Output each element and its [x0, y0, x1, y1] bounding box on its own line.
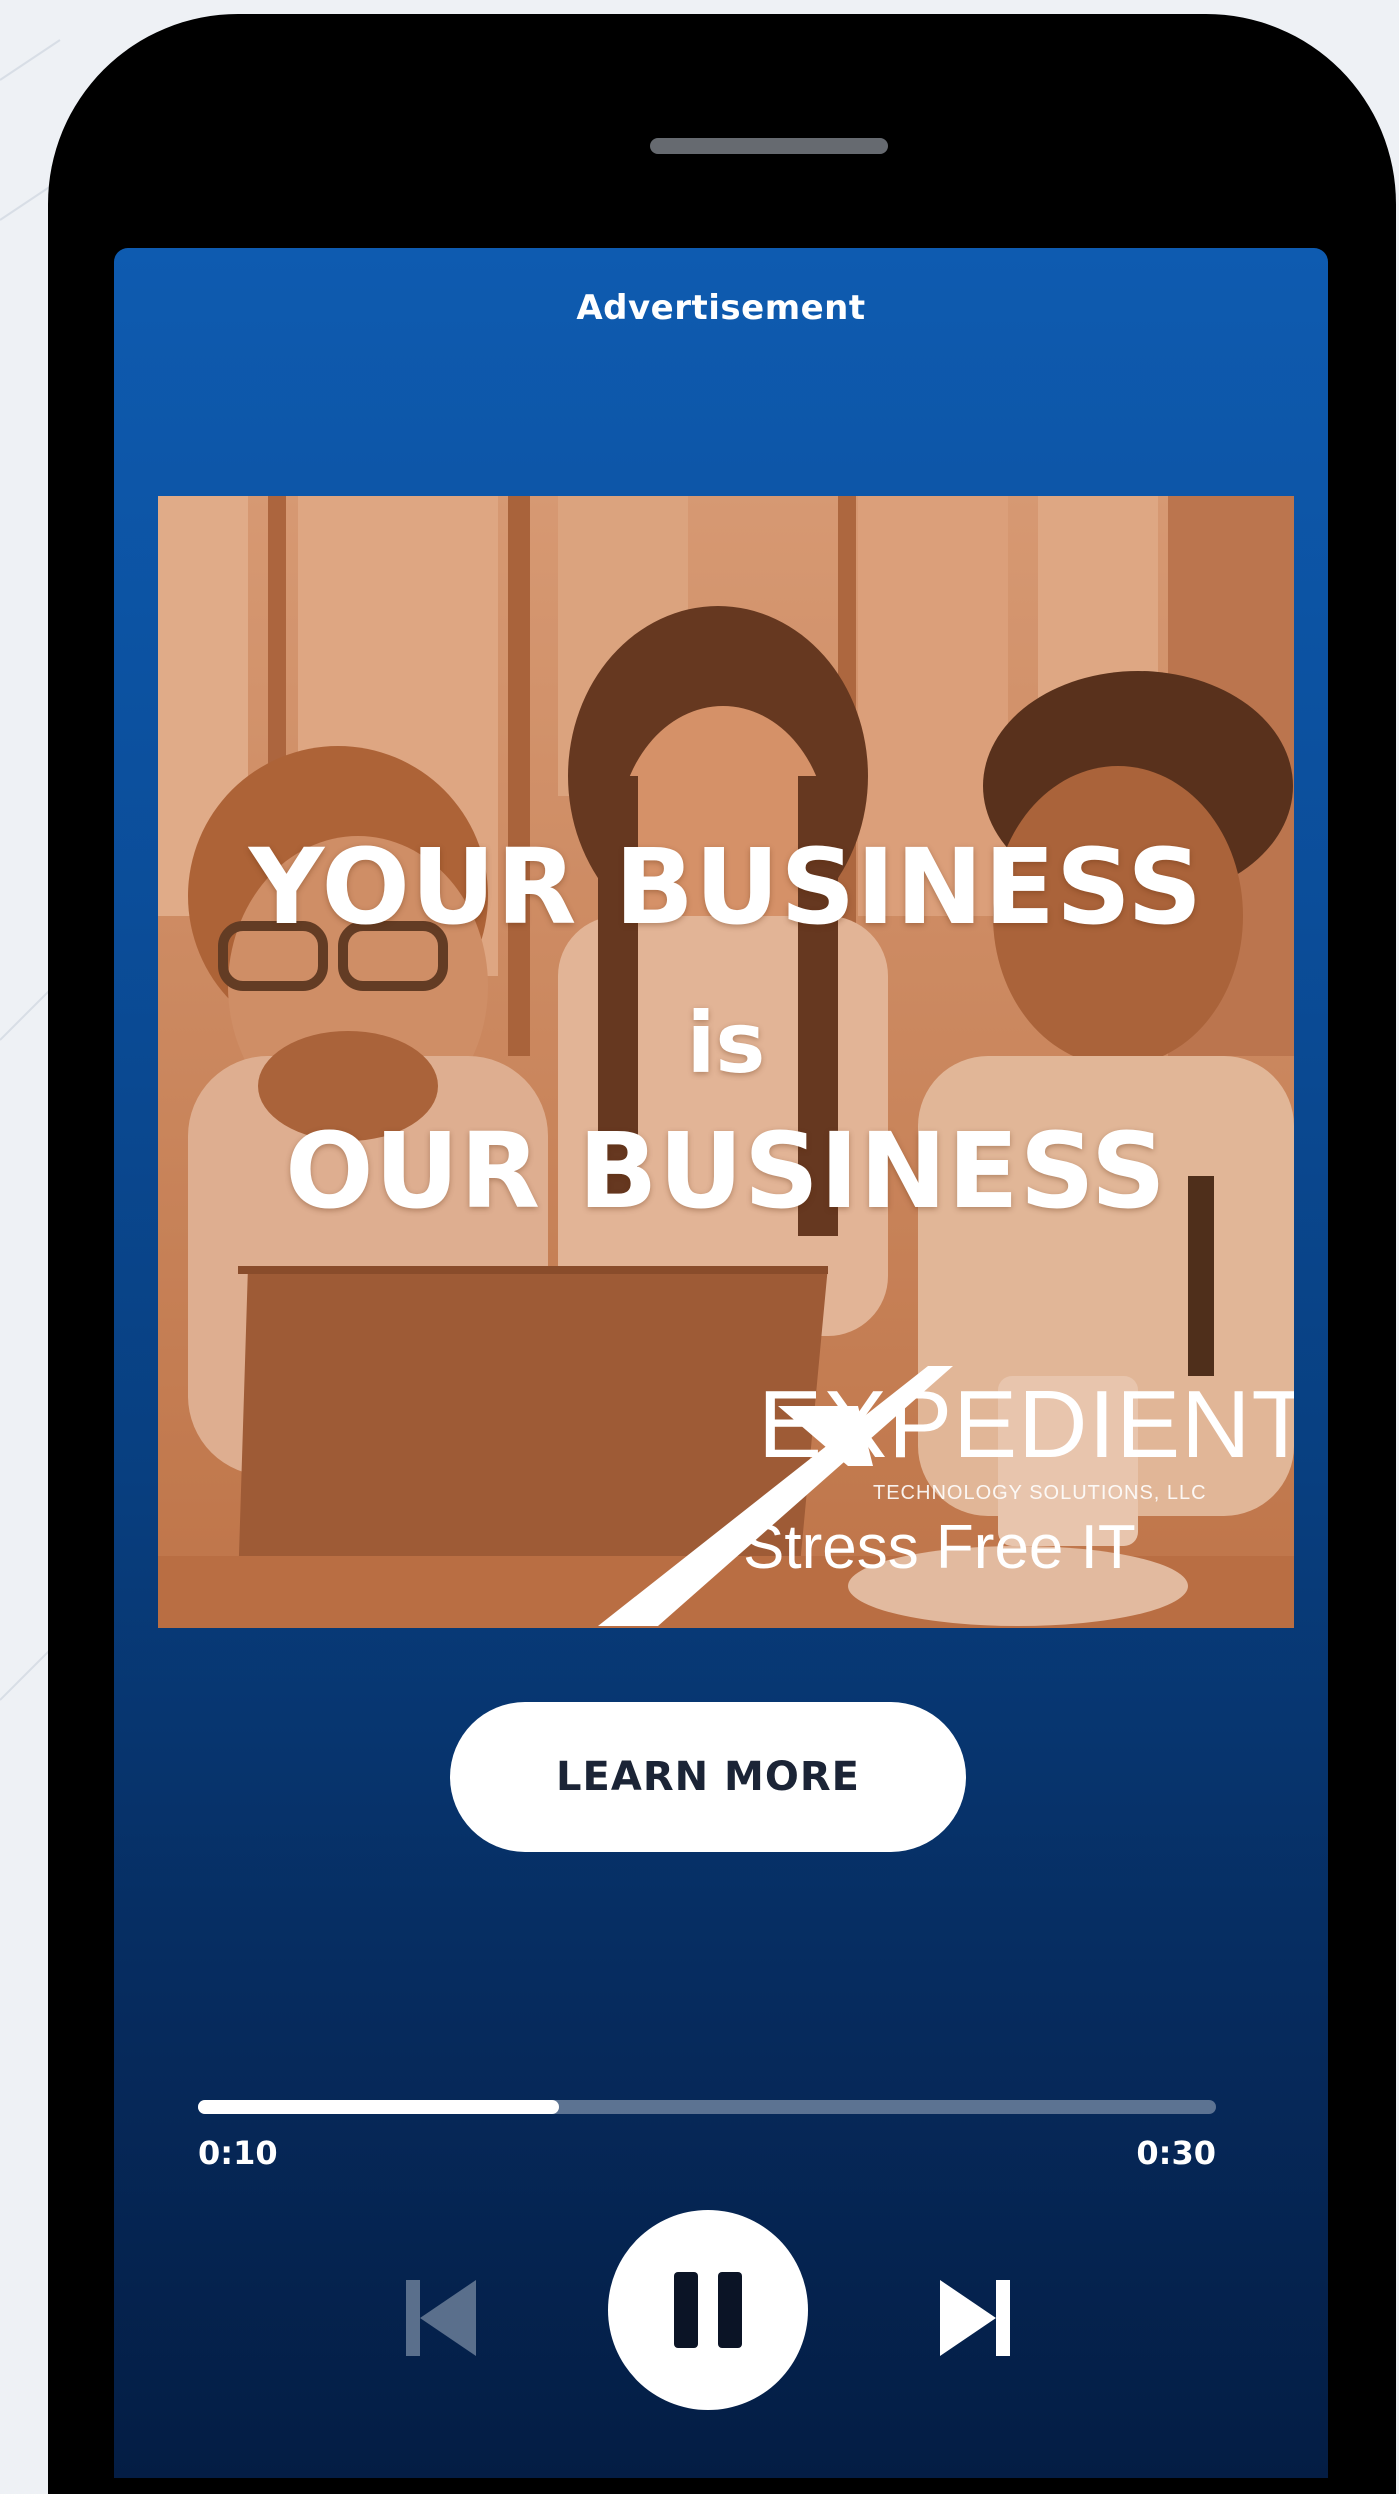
playback-progress-fill: [198, 2100, 560, 2114]
elapsed-time: 0:10: [198, 2134, 278, 2172]
skip-next-button[interactable]: [938, 2278, 1010, 2358]
skip-next-icon: [940, 2280, 1010, 2356]
brand-tagline: Stress Free IT: [743, 1513, 1136, 1582]
learn-more-button[interactable]: LEARN MORE: [450, 1702, 966, 1852]
ad-headline-line-1: YOUR BUSINESS: [248, 826, 1204, 948]
pause-icon: [674, 2272, 742, 2348]
ad-banner-image[interactable]: YOUR BUSINESS is OUR BUSINESS EXPEDIENT …: [158, 496, 1294, 1628]
pause-button[interactable]: [608, 2210, 808, 2410]
phone-speaker-notch: [650, 138, 888, 154]
playback-progress-bar[interactable]: [198, 2100, 1216, 2114]
total-time: 0:30: [1136, 2134, 1216, 2172]
skip-previous-button[interactable]: [406, 2278, 478, 2358]
ad-headline-line-3: OUR BUSINESS: [285, 1110, 1167, 1232]
expedient-logo: EXPEDIENT TECHNOLOGY SOLUTIONS, LLC Stre…: [598, 1336, 1294, 1626]
ad-player-screen: Advertisement YOUR BUSINESS is OUR BUSIN…: [114, 248, 1328, 2478]
brand-subtitle: TECHNOLOGY SOLUTIONS, LLC: [873, 1482, 1207, 1504]
brand-name: EXPEDIENT: [758, 1371, 1294, 1478]
ad-headline-line-2: is: [686, 994, 766, 1092]
advertisement-label: Advertisement: [576, 288, 866, 328]
skip-previous-icon: [406, 2280, 476, 2356]
